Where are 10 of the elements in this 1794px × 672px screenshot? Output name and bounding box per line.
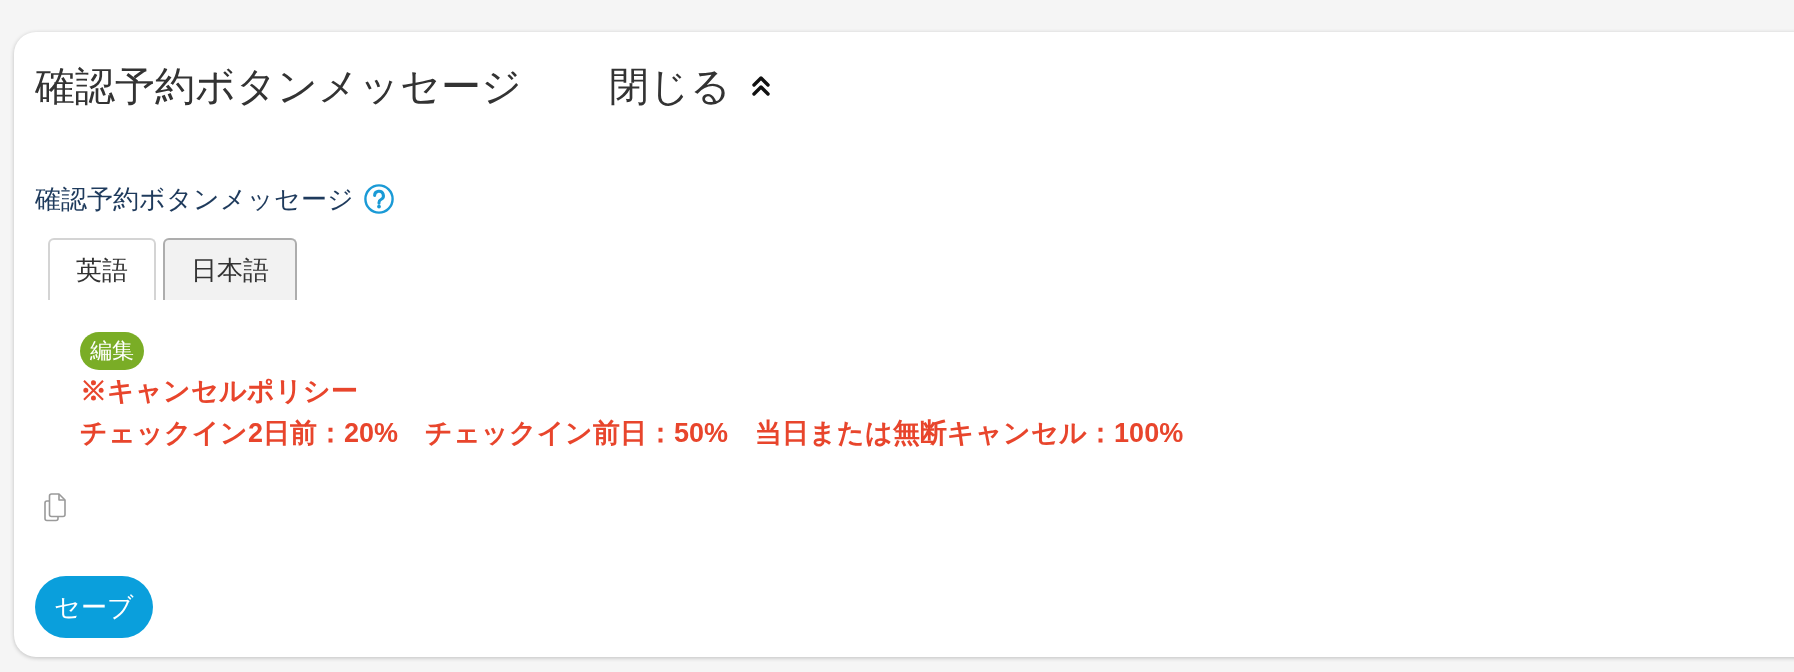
cancellation-policy-text: ※キャンセルポリシー	[80, 375, 358, 408]
section-title: 確認予約ボタンメッセージ	[35, 63, 522, 110]
language-tab[interactable]: 英語	[48, 238, 156, 300]
help-icon[interactable]	[364, 184, 394, 214]
field-label: 確認予約ボタンメッセージ	[35, 183, 354, 216]
language-tab[interactable]: 日本語	[163, 238, 297, 300]
collapse-button[interactable]: 閉じる	[609, 56, 771, 116]
cancellation-policy-text: チェックイン2日前：20% チェックイン前日：50% 当日または無断キャンセル：100%	[80, 417, 1184, 450]
double-chevron-up-icon	[751, 75, 771, 97]
copy-icon[interactable]	[43, 493, 67, 522]
